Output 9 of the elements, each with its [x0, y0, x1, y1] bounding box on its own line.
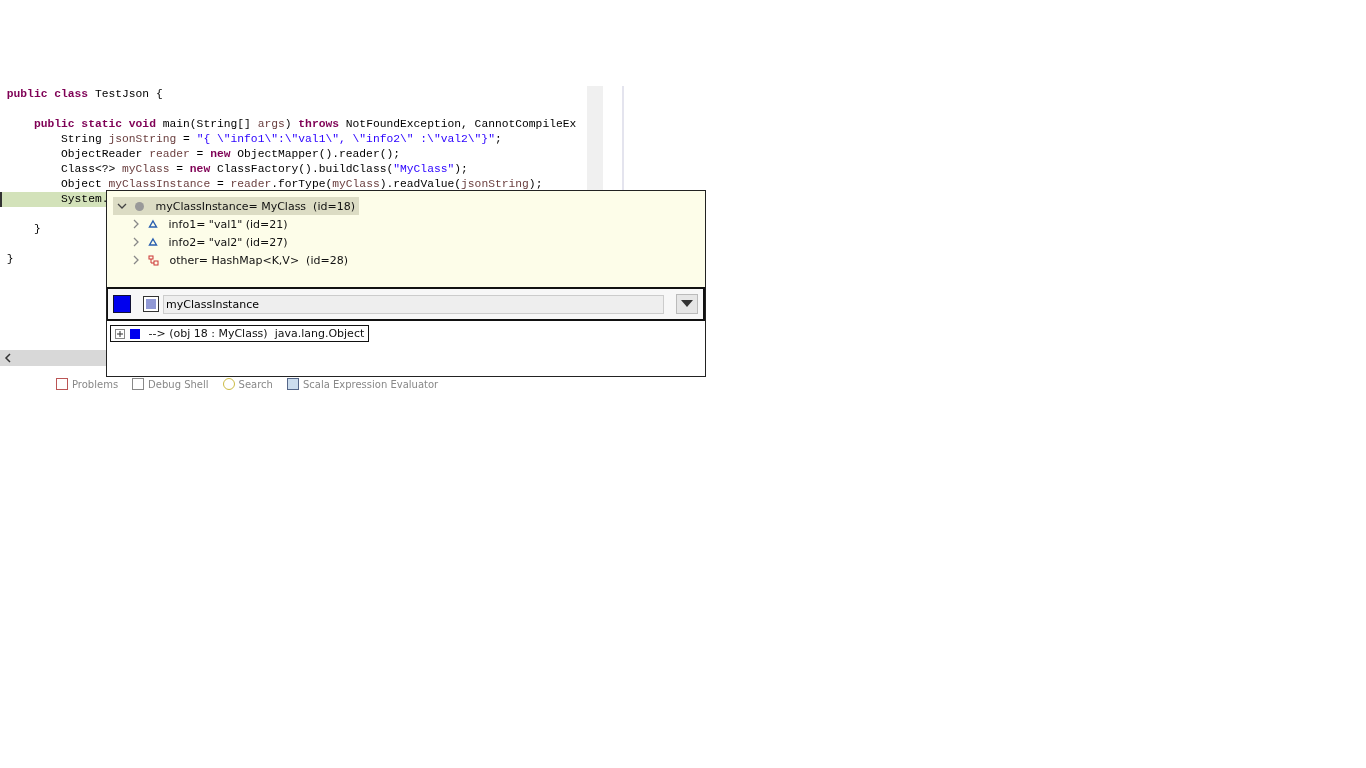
code-line: System. — [60, 193, 109, 205]
code-line: ObjectReader reader = new ObjectMapper().reader(); — [60, 148, 400, 160]
code-line: Class<?> myClass = new ClassFactory().buildClass("MyClass"); — [60, 163, 468, 175]
code-line: Object myClassInstance = reader.forType(myClass).readValue(jsonString); — [60, 178, 543, 190]
code-line: String jsonString = "{ \"info1\":\"val1\", \"info2\" :\"val2\"}"; — [60, 133, 502, 145]
code-line: } — [32, 223, 41, 235]
code-line: } — [6, 253, 14, 265]
code-line: public class TestJson { — [6, 88, 163, 100]
code-line: public static void main(String[] args) throws NotFoundException, CannotCompileEx — [32, 118, 577, 130]
